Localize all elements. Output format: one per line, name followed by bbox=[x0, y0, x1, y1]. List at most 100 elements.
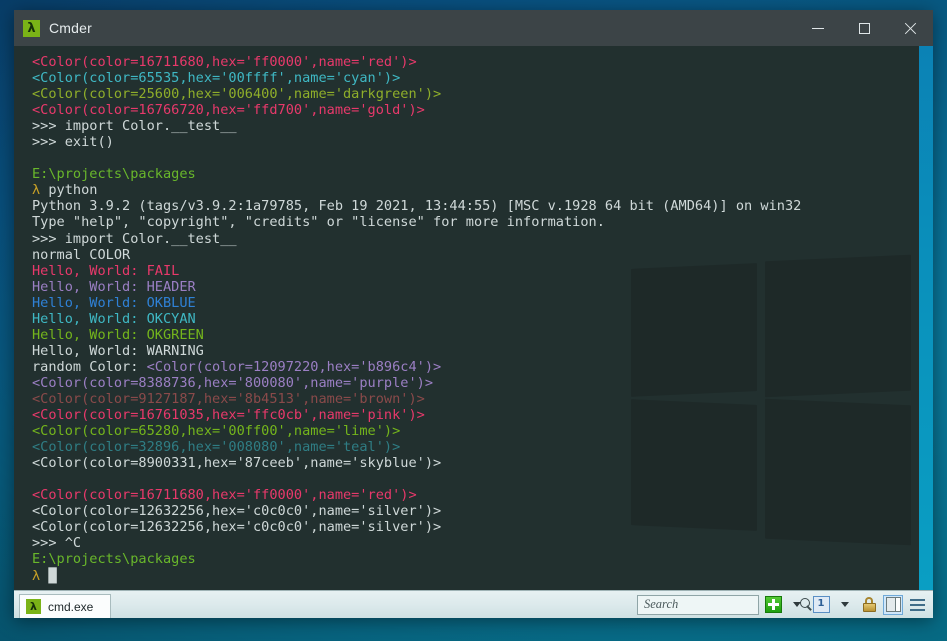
lambda-icon: λ bbox=[26, 599, 41, 614]
console-count-icon: 1 bbox=[812, 596, 830, 613]
console-text: python bbox=[48, 182, 98, 199]
active-console-button[interactable]: 1 bbox=[811, 595, 831, 615]
statusbar-toolbar: 1 bbox=[637, 594, 929, 615]
new-console-dropdown[interactable] bbox=[787, 595, 807, 615]
console-area[interactable]: <Color(color=16711680,hex='ff0000',name=… bbox=[14, 46, 933, 590]
tab-cmd-exe[interactable]: λ cmd.exe bbox=[19, 594, 111, 618]
cmder-window: λ Cmder <Color(color=16711680,hex='ff000… bbox=[14, 10, 933, 618]
console-line: <Color(color=16711680,hex='ff0000',name=… bbox=[32, 54, 933, 70]
window-title: Cmder bbox=[49, 20, 93, 36]
console-line: Hello, World: WARNING bbox=[32, 343, 933, 359]
main-menu-button[interactable] bbox=[907, 595, 927, 615]
console-line: <Color(color=9127187,hex='8b4513',name='… bbox=[32, 391, 933, 407]
console-text: <Color(color=16766720,hex='ffd700',name=… bbox=[32, 102, 425, 119]
console-text: λ bbox=[32, 182, 49, 199]
search-box[interactable] bbox=[637, 594, 810, 615]
console-text: >>> import Color.__test__ bbox=[32, 118, 237, 135]
console-line: <Color(color=25600,hex='006400',name='da… bbox=[32, 86, 933, 102]
console-text: E:\projects\packages bbox=[32, 551, 196, 568]
console-line: >>> ^C bbox=[32, 535, 933, 551]
console-line: >>> exit() bbox=[32, 134, 933, 150]
console-line: random Color: <Color(color=12097220,hex=… bbox=[32, 359, 933, 375]
panel-view-icon bbox=[885, 597, 901, 612]
console-text: Hello, World: WARNING bbox=[32, 342, 204, 359]
hamburger-menu-icon bbox=[909, 598, 925, 611]
console-text: <Color(color=16761035,hex='ffc0cb',name=… bbox=[32, 407, 425, 424]
console-text: <Color(color=12632256,hex='c0c0c0',name=… bbox=[32, 519, 442, 536]
console-text: normal COLOR bbox=[32, 246, 131, 263]
maximize-icon bbox=[858, 22, 870, 34]
console-line: <Color(color=16761035,hex='ffc0cb',name=… bbox=[32, 407, 933, 423]
plus-icon bbox=[764, 596, 782, 613]
console-line: >>> import Color.__test__ bbox=[32, 231, 933, 247]
lambda-icon: λ bbox=[23, 19, 40, 37]
window-controls bbox=[795, 10, 933, 46]
close-icon bbox=[904, 22, 917, 35]
titlebar[interactable]: λ Cmder bbox=[14, 10, 933, 46]
console-line: E:\projects\packages bbox=[32, 551, 933, 567]
console-text: Hello, World: FAIL bbox=[32, 262, 180, 279]
console-line: <Color(color=65280,hex='00ff00',name='li… bbox=[32, 423, 933, 439]
lock-button[interactable] bbox=[859, 595, 879, 615]
console-scrollbar[interactable] bbox=[919, 46, 933, 590]
console-text: <Color(color=9127187,hex='8b4513',name='… bbox=[32, 390, 425, 407]
console-line: normal COLOR bbox=[32, 247, 933, 263]
console-text: Hello, World: HEADER bbox=[32, 278, 196, 295]
console-line: Python 3.9.2 (tags/v3.9.2:1a79785, Feb 1… bbox=[32, 198, 933, 214]
console-line: <Color(color=16711680,hex='ff0000',name=… bbox=[32, 487, 933, 503]
console-text: <Color(color=16711680,hex='ff0000',name=… bbox=[32, 54, 417, 70]
console-text: Hello, World: OKGREEN bbox=[32, 326, 204, 343]
console-text: Hello, World: OKCYAN bbox=[32, 310, 196, 327]
console-line: Hello, World: HEADER bbox=[32, 279, 933, 295]
console-line: <Color(color=12632256,hex='c0c0c0',name=… bbox=[32, 503, 933, 519]
maximize-button[interactable] bbox=[841, 10, 887, 46]
console-text: █ bbox=[48, 567, 57, 584]
console-text: <Color(color=32896,hex='008080',name='te… bbox=[32, 439, 401, 456]
console-line: Hello, World: FAIL bbox=[32, 263, 933, 279]
panel-view-button[interactable] bbox=[883, 594, 903, 615]
console-text: Type "help", "copyright", "credits" or "… bbox=[32, 214, 605, 231]
console-line: Type "help", "copyright", "credits" or "… bbox=[32, 214, 933, 230]
tab-label: cmd.exe bbox=[48, 599, 94, 614]
console-text: λ bbox=[32, 567, 49, 584]
console-line: E:\projects\packages bbox=[32, 166, 933, 182]
console-text: <Color(color=65535,hex='00ffff',name='cy… bbox=[32, 70, 401, 87]
console-text: <Color(color=8388736,hex='800080',name='… bbox=[32, 374, 434, 391]
new-console-button[interactable] bbox=[763, 595, 783, 615]
console-text: <Color(color=16711680,hex='ff0000',name=… bbox=[32, 487, 417, 504]
console-line: Hello, World: OKCYAN bbox=[32, 311, 933, 327]
console-text: Hello, World: OKBLUE bbox=[32, 294, 196, 311]
console-line: λ python bbox=[32, 182, 933, 198]
console-line: >>> import Color.__test__ bbox=[32, 118, 933, 134]
chevron-down-icon bbox=[793, 602, 801, 607]
console-text: >>> import Color.__test__ bbox=[32, 230, 237, 247]
active-console-dropdown[interactable] bbox=[835, 595, 855, 615]
console-output[interactable]: <Color(color=16711680,hex='ff0000',name=… bbox=[14, 46, 933, 584]
console-line: <Color(color=8900331,hex='87ceeb',name='… bbox=[32, 455, 933, 471]
console-line: <Color(color=16766720,hex='ffd700',name=… bbox=[32, 102, 933, 118]
close-button[interactable] bbox=[887, 10, 933, 46]
console-text: Python 3.9.2 (tags/v3.9.2:1a79785, Feb 1… bbox=[32, 198, 802, 215]
statusbar: λ cmd.exe 1 bbox=[14, 590, 933, 618]
minimize-button[interactable] bbox=[795, 10, 841, 46]
console-text: <Color(color=65280,hex='00ff00',name='li… bbox=[32, 423, 401, 440]
lock-icon bbox=[862, 597, 877, 612]
console-line: λ █ bbox=[32, 568, 933, 584]
console-line: <Color(color=12632256,hex='c0c0c0',name=… bbox=[32, 519, 933, 535]
console-text: >>> exit() bbox=[32, 134, 114, 151]
console-text: <Color(color=12632256,hex='c0c0c0',name=… bbox=[32, 503, 442, 520]
titlebar-left: λ Cmder bbox=[14, 19, 93, 37]
console-line: <Color(color=8388736,hex='800080',name='… bbox=[32, 375, 933, 391]
console-line: Hello, World: OKBLUE bbox=[32, 295, 933, 311]
console-line: Hello, World: OKGREEN bbox=[32, 327, 933, 343]
console-line: <Color(color=65535,hex='00ffff',name='cy… bbox=[32, 70, 933, 86]
minimize-icon bbox=[812, 27, 824, 29]
chevron-down-icon bbox=[841, 602, 849, 607]
console-text: E:\projects\packages bbox=[32, 166, 196, 183]
console-text: <Color(color=12097220,hex='b896c4')> bbox=[146, 358, 442, 375]
console-text: <Color(color=8900331,hex='87ceeb',name='… bbox=[32, 455, 442, 472]
console-line: <Color(color=32896,hex='008080',name='te… bbox=[32, 439, 933, 455]
console-text: >>> ^C bbox=[32, 535, 82, 552]
